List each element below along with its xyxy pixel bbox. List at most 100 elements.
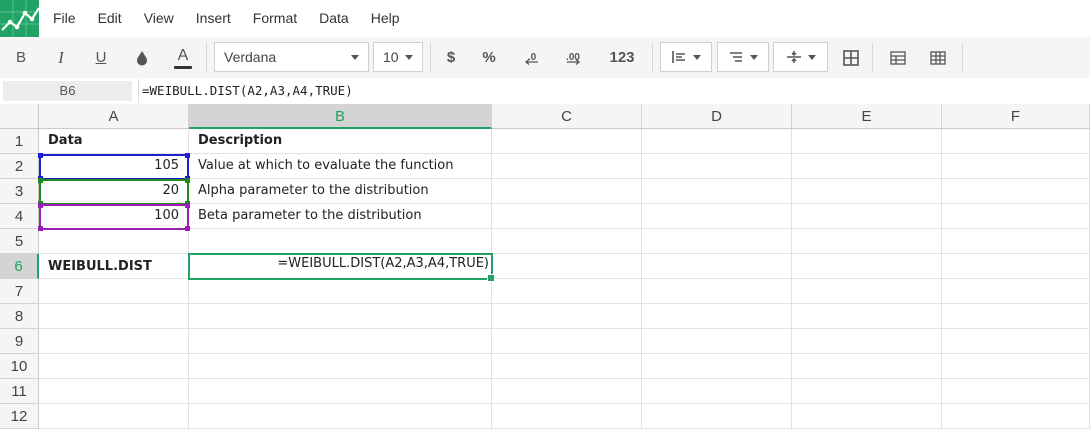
row-header-8[interactable]: 8 <box>0 304 39 329</box>
vertical-align-button[interactable] <box>773 42 828 72</box>
column-header-a[interactable]: A <box>39 104 189 129</box>
bold-button[interactable]: B <box>8 37 34 78</box>
fill-color-button[interactable] <box>129 37 155 78</box>
cell-f11[interactable] <box>942 379 1090 404</box>
cell-a2[interactable]: 105 <box>39 154 189 179</box>
column-header-f[interactable]: F <box>942 104 1090 129</box>
cell-e2[interactable] <box>792 154 942 179</box>
cell-b2[interactable]: Value at which to evaluate the function <box>189 154 492 179</box>
insert-column-button[interactable] <box>925 37 951 78</box>
cell-e12[interactable] <box>792 404 942 429</box>
cell-c5[interactable] <box>492 229 642 254</box>
cell-b6[interactable]: =WEIBULL.DIST(A2,A3,A4,TRUE) <box>189 254 492 279</box>
cell-d12[interactable] <box>642 404 792 429</box>
number-format-button[interactable]: 123 <box>603 37 641 78</box>
cell-c2[interactable] <box>492 154 642 179</box>
row-header-9[interactable]: 9 <box>0 329 39 354</box>
row-header-7[interactable]: 7 <box>0 279 39 304</box>
cell-d11[interactable] <box>642 379 792 404</box>
cell-e3[interactable] <box>792 179 942 204</box>
horizontal-align-button[interactable] <box>660 42 712 72</box>
cell-a3[interactable]: 20 <box>39 179 189 204</box>
cell-a8[interactable] <box>39 304 189 329</box>
row-header-11[interactable]: 11 <box>0 379 39 404</box>
column-header-e[interactable]: E <box>792 104 942 129</box>
cell-f1[interactable] <box>942 129 1090 154</box>
cell-c9[interactable] <box>492 329 642 354</box>
cell-d2[interactable] <box>642 154 792 179</box>
insert-row-button[interactable] <box>885 37 911 78</box>
column-header-b[interactable]: B <box>189 104 492 129</box>
underline-button[interactable]: U <box>88 37 114 78</box>
menu-edit[interactable]: Edit <box>87 0 133 37</box>
row-header-6[interactable]: 6 <box>0 254 39 279</box>
cell-f9[interactable] <box>942 329 1090 354</box>
column-header-c[interactable]: C <box>492 104 642 129</box>
row-header-4[interactable]: 4 <box>0 204 39 229</box>
column-header-d[interactable]: D <box>642 104 792 129</box>
menu-data[interactable]: Data <box>308 0 360 37</box>
cell-d4[interactable] <box>642 204 792 229</box>
font-size-select[interactable]: 10 <box>373 42 423 72</box>
cell-e6[interactable] <box>792 254 942 279</box>
cell-e7[interactable] <box>792 279 942 304</box>
formula-input[interactable]: =WEIBULL.DIST(A2,A3,A4,TRUE) <box>138 79 1090 103</box>
cell-a10[interactable] <box>39 354 189 379</box>
italic-button[interactable]: I <box>48 37 74 78</box>
cell-c4[interactable] <box>492 204 642 229</box>
cell-f7[interactable] <box>942 279 1090 304</box>
cell-d1[interactable] <box>642 129 792 154</box>
cell-reference-box[interactable]: B6 <box>3 81 132 101</box>
cell-e8[interactable] <box>792 304 942 329</box>
cell-c10[interactable] <box>492 354 642 379</box>
increase-decimal-button[interactable]: .00 <box>558 37 588 78</box>
cell-f3[interactable] <box>942 179 1090 204</box>
cell-b4[interactable]: Beta parameter to the distribution <box>189 204 492 229</box>
cell-d6[interactable] <box>642 254 792 279</box>
cell-d5[interactable] <box>642 229 792 254</box>
row-header-1[interactable]: 1 <box>0 129 39 154</box>
select-all-corner[interactable] <box>0 104 39 129</box>
cell-e4[interactable] <box>792 204 942 229</box>
font-family-select[interactable]: Verdana <box>214 42 369 72</box>
cell-d10[interactable] <box>642 354 792 379</box>
cell-f4[interactable] <box>942 204 1090 229</box>
cell-e11[interactable] <box>792 379 942 404</box>
cell-a4[interactable]: 100 <box>39 204 189 229</box>
cell-b10[interactable] <box>189 354 492 379</box>
cell-c6[interactable] <box>492 254 642 279</box>
cell-a5[interactable] <box>39 229 189 254</box>
cell-c7[interactable] <box>492 279 642 304</box>
cell-c11[interactable] <box>492 379 642 404</box>
row-header-12[interactable]: 12 <box>0 404 39 429</box>
cell-a9[interactable] <box>39 329 189 354</box>
row-header-10[interactable]: 10 <box>0 354 39 379</box>
cell-a11[interactable] <box>39 379 189 404</box>
cell-e10[interactable] <box>792 354 942 379</box>
cell-b8[interactable] <box>189 304 492 329</box>
menu-format[interactable]: Format <box>242 0 308 37</box>
cell-f6[interactable] <box>942 254 1090 279</box>
cell-f2[interactable] <box>942 154 1090 179</box>
cell-b7[interactable] <box>189 279 492 304</box>
cell-d3[interactable] <box>642 179 792 204</box>
cell-c12[interactable] <box>492 404 642 429</box>
cell-b12[interactable] <box>189 404 492 429</box>
decrease-decimal-button[interactable]: .0 <box>518 37 546 78</box>
menu-help[interactable]: Help <box>360 0 411 37</box>
menu-insert[interactable]: Insert <box>185 0 242 37</box>
cell-f12[interactable] <box>942 404 1090 429</box>
merge-cells-button[interactable] <box>838 37 864 78</box>
row-header-5[interactable]: 5 <box>0 229 39 254</box>
cell-e5[interactable] <box>792 229 942 254</box>
cell-b3[interactable]: Alpha parameter to the distribution <box>189 179 492 204</box>
row-header-2[interactable]: 2 <box>0 154 39 179</box>
cell-a6[interactable]: WEIBULL.DIST <box>39 254 189 279</box>
cell-a12[interactable] <box>39 404 189 429</box>
cell-b5[interactable] <box>189 229 492 254</box>
row-header-3[interactable]: 3 <box>0 179 39 204</box>
cell-f5[interactable] <box>942 229 1090 254</box>
text-color-button[interactable]: A <box>169 37 197 78</box>
percent-format-button[interactable]: % <box>476 37 502 78</box>
cell-d7[interactable] <box>642 279 792 304</box>
